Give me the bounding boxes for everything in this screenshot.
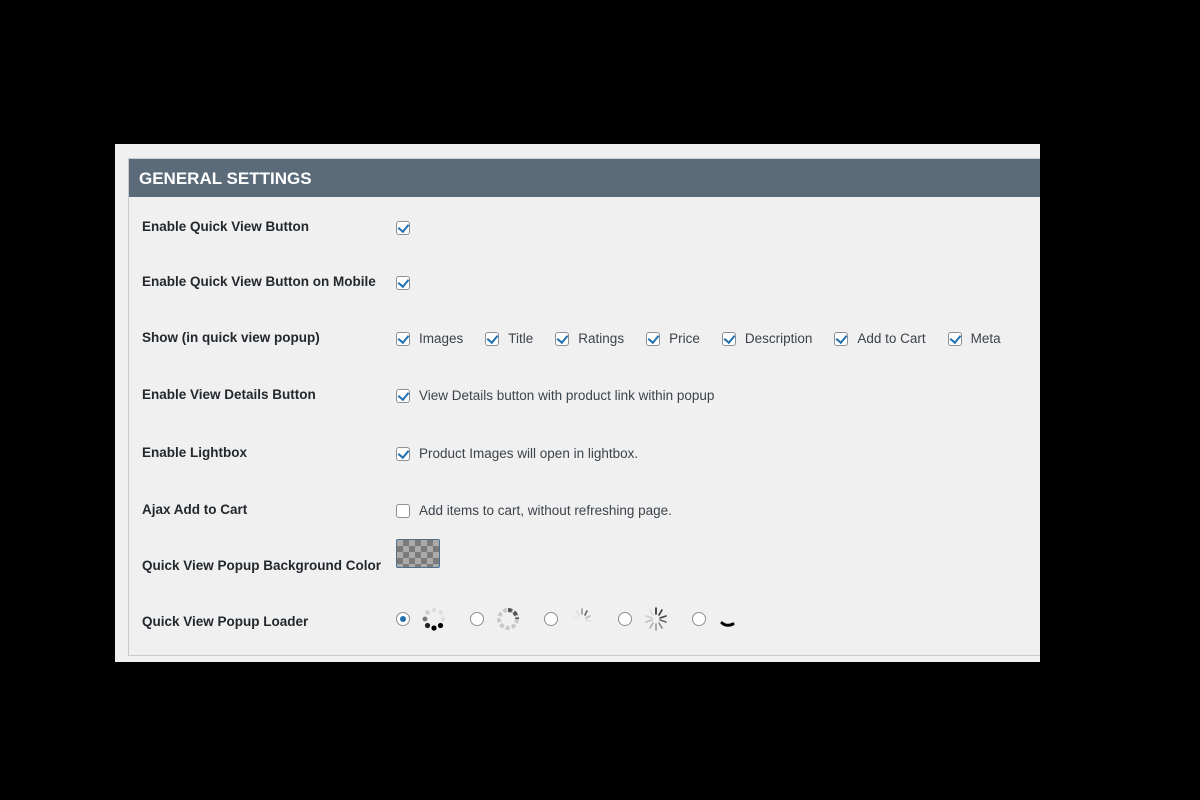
- loader-radio-3[interactable]: [544, 612, 558, 626]
- show-option-meta[interactable]: Meta: [947, 331, 1001, 346]
- loader-option-1[interactable]: [396, 605, 448, 633]
- loader-option-2[interactable]: [470, 605, 522, 633]
- description-checkbox[interactable]: [721, 331, 736, 346]
- lines-spinner-icon: [645, 607, 667, 631]
- show-options-group: Images Title Ratings Price Description A…: [396, 331, 1023, 346]
- loader-radio-5[interactable]: [692, 612, 706, 626]
- price-label: Price: [669, 331, 700, 346]
- add-to-cart-checkbox[interactable]: [834, 331, 849, 346]
- add-to-cart-label: Add to Cart: [857, 331, 926, 346]
- lightbox-label: Enable Lightbox: [142, 445, 248, 460]
- panel-title: GENERAL SETTINGS: [129, 159, 1040, 197]
- bg-color-label: Quick View Popup Background Color: [142, 558, 382, 573]
- faint-spinner-icon: [573, 608, 591, 630]
- show-option-price[interactable]: Price: [646, 331, 700, 346]
- loader-options: [396, 605, 766, 633]
- images-label: Images: [419, 331, 464, 346]
- loader-option-3[interactable]: [544, 605, 596, 633]
- loader-radio-4[interactable]: [618, 612, 632, 626]
- meta-label: Meta: [970, 331, 1001, 346]
- ajax-cart-checkbox[interactable]: [396, 503, 410, 518]
- images-checkbox[interactable]: [396, 331, 410, 346]
- loader-option-5[interactable]: [692, 605, 744, 633]
- loader-radio-2[interactable]: [470, 612, 484, 626]
- price-checkbox[interactable]: [646, 331, 661, 346]
- meta-checkbox[interactable]: [947, 331, 962, 346]
- description-label: Description: [744, 331, 813, 346]
- ajax-cart-description: Add items to cart, without refreshing pa…: [419, 503, 672, 518]
- lightbox-description: Product Images will open in lightbox.: [419, 446, 639, 461]
- show-option-images[interactable]: Images: [396, 331, 463, 346]
- settings-page: GENERAL SETTINGS Enable Quick View Butto…: [115, 144, 1040, 662]
- loader-label: Quick View Popup Loader: [142, 614, 309, 629]
- show-option-description[interactable]: Description: [721, 331, 813, 346]
- ratings-label: Ratings: [578, 331, 625, 346]
- title-checkbox[interactable]: [485, 331, 500, 346]
- loader-option-4[interactable]: [618, 605, 670, 633]
- show-option-add-to-cart[interactable]: Add to Cart: [834, 331, 926, 346]
- show-options-label: Show (in quick view popup): [142, 330, 320, 345]
- lightbox-checkbox[interactable]: [396, 446, 410, 461]
- dots-spinner-icon: [422, 607, 446, 631]
- ratings-checkbox[interactable]: [555, 331, 570, 346]
- bg-color-swatch[interactable]: [396, 539, 440, 568]
- ring-spinner-icon: [497, 608, 519, 630]
- quick-view-mobile-label: Enable Quick View Button on Mobile: [142, 274, 376, 289]
- general-settings-panel: GENERAL SETTINGS Enable Quick View Butto…: [128, 158, 1040, 656]
- loader-radio-1[interactable]: [396, 612, 410, 626]
- quick-view-label: Enable Quick View Button: [142, 219, 310, 234]
- view-details-label: Enable View Details Button: [142, 387, 316, 402]
- title-label: Title: [508, 331, 534, 346]
- show-option-ratings[interactable]: Ratings: [555, 331, 624, 346]
- view-details-description: View Details button with product link wi…: [419, 388, 715, 403]
- show-option-title[interactable]: Title: [485, 331, 533, 346]
- quick-view-mobile-checkbox[interactable]: [396, 276, 410, 290]
- quick-view-checkbox[interactable]: [396, 221, 410, 235]
- view-details-checkbox[interactable]: [396, 388, 410, 403]
- arc-spinner-icon: [720, 621, 735, 627]
- ajax-cart-label: Ajax Add to Cart: [142, 502, 248, 517]
